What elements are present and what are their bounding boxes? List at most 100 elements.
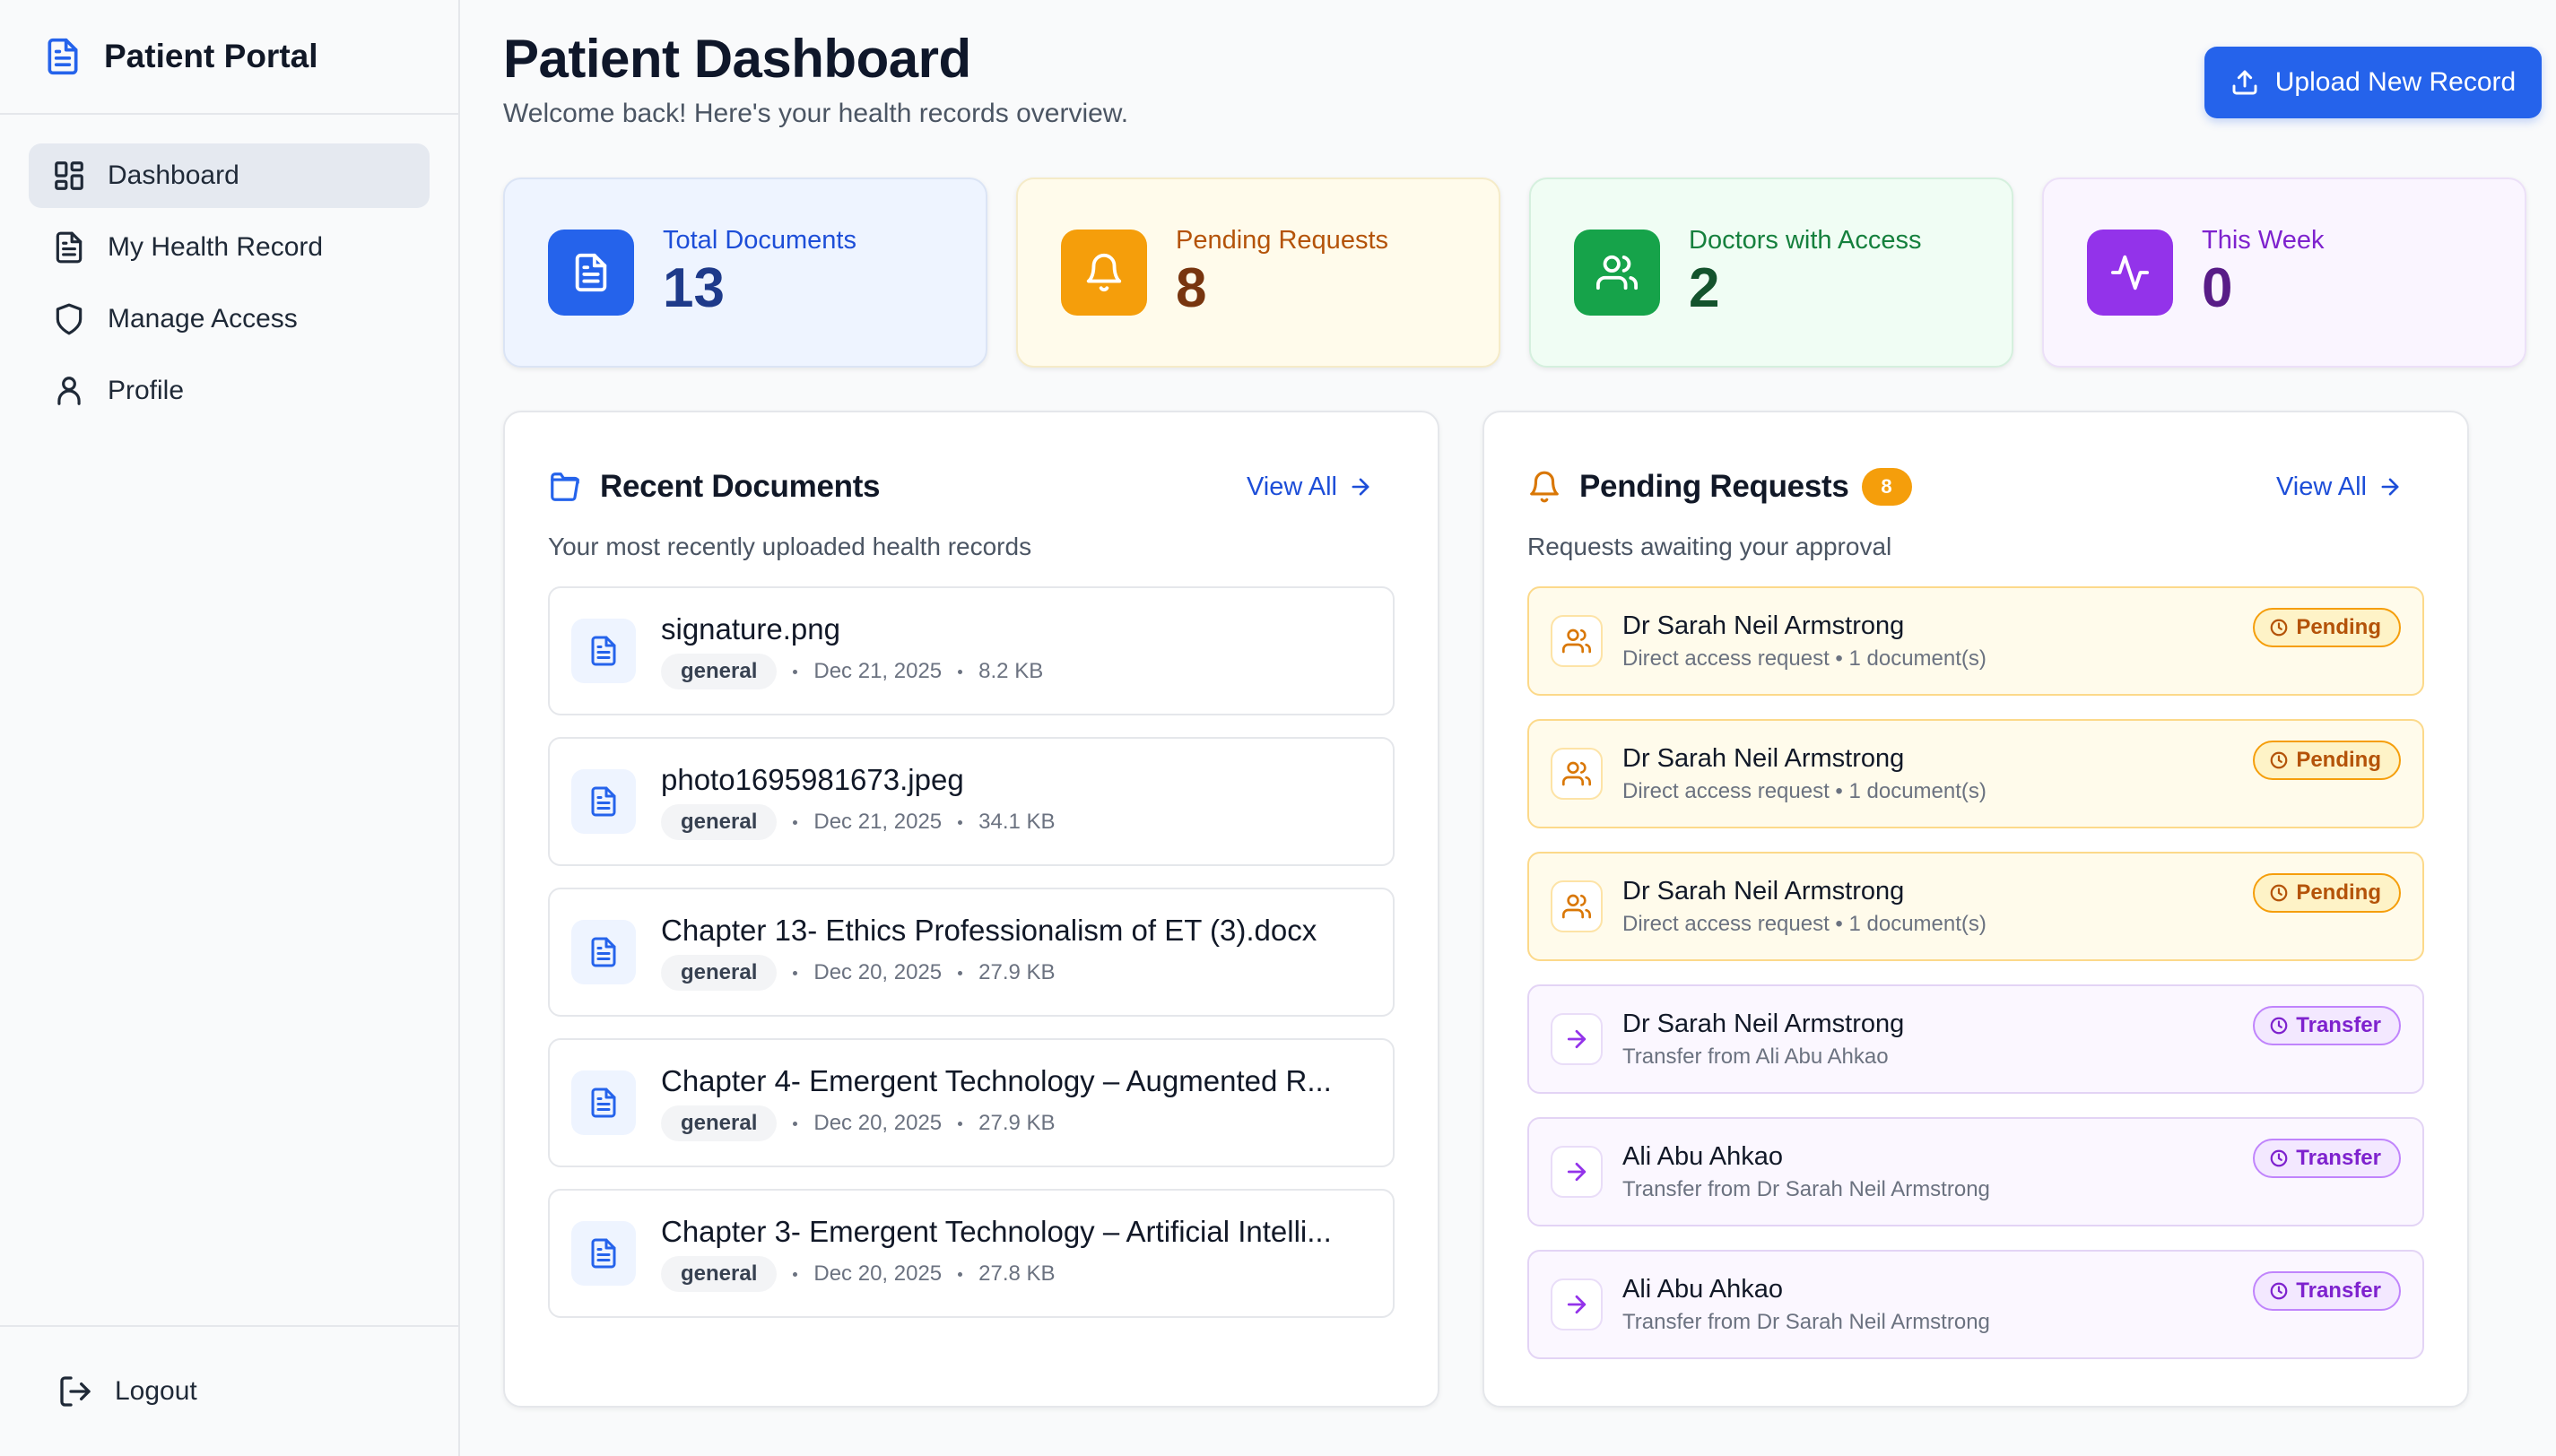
request-row[interactable]: Ali Abu Ahkao Transfer from Dr Sarah Nei… [1527,1117,2424,1226]
request-description: Transfer from Dr Sarah Neil Armstrong [1622,1309,1990,1334]
request-row[interactable]: Dr Sarah Neil Armstrong Direct access re… [1527,586,2424,696]
upload-new-record-button[interactable]: Upload New Record [2204,47,2542,118]
separator-dot [958,1271,963,1277]
activity-icon [2087,230,2173,316]
document-size: 27.8 KB [978,1261,1056,1286]
panel-header: Recent Documents View All [548,455,1395,518]
document-size: 27.9 KB [978,960,1056,984]
status-badge: Pending [2253,873,2401,913]
view-all-requests-link[interactable]: View All [2276,472,2403,502]
users-icon [1551,615,1603,667]
stat-value: 8 [1176,256,1207,319]
document-name: Chapter 13- Ethics Professionalism of ET… [661,914,1317,947]
request-description: Transfer from Ali Abu Ahkao [1622,1044,1889,1069]
category-tag: general [661,804,778,840]
arrow-right-icon [1348,474,1373,499]
arrow-right-icon [1551,1278,1603,1330]
status-badge: Pending [2253,608,2401,647]
separator-dot [958,669,963,674]
status-label: Transfer [2296,1013,2381,1037]
dashboard-icon [52,159,86,193]
requester-name: Ali Abu Ahkao [1622,1141,1783,1171]
bell-icon [1061,230,1147,316]
document-meta: general Dec 21, 2025 34.1 KB [661,804,1056,840]
upload-label: Upload New Record [2274,67,2517,97]
document-icon [548,230,634,316]
sidebar-item-manage-access[interactable]: Manage Access [29,287,430,351]
document-meta: general Dec 20, 2025 27.8 KB [661,1256,1332,1292]
panel-subtitle: Your most recently uploaded health recor… [548,533,1032,560]
document-date: Dec 21, 2025 [813,659,943,683]
requester-name: Dr Sarah Neil Armstrong [1622,743,1905,773]
document-icon [52,230,86,264]
request-description: Direct access request • 1 document(s) [1622,646,1987,671]
brand: Patient Portal [0,0,458,115]
stat-label: Pending Requests [1176,225,1388,255]
sidebar-item-label: Profile [108,376,185,405]
request-row[interactable]: Dr Sarah Neil Armstrong Direct access re… [1527,852,2424,961]
status-badge: Transfer [2253,1006,2401,1045]
shield-icon [52,302,86,336]
separator-dot [958,1121,963,1126]
document-name: signature.png [661,612,840,646]
sidebar-item-label: Manage Access [108,304,298,334]
logout-icon [57,1374,93,1409]
upload-icon [2230,68,2259,97]
document-name: Chapter 4- Emergent Technology – Augment… [661,1064,1332,1097]
document-name: Chapter 3- Emergent Technology – Artific… [661,1215,1332,1248]
separator-dot [793,1121,798,1126]
sidebar: Patient Portal Dashboard My Health Recor… [0,0,460,1456]
clock-icon [2269,1016,2289,1036]
panels-row: Recent Documents View All Your most rece… [503,411,2542,1408]
separator-dot [958,819,963,825]
stat-label: Total Documents [663,225,856,255]
document-size: 27.9 KB [978,1111,1056,1135]
users-icon [1574,230,1660,316]
document-row[interactable]: photo1695981673.jpeg general Dec 21, 202… [548,737,1395,866]
category-tag: general [661,654,778,689]
document-icon [43,35,83,78]
separator-dot [793,669,798,674]
status-label: Transfer [2296,1146,2381,1170]
file-icon [571,1221,636,1286]
document-row[interactable]: signature.png general Dec 21, 2025 8.2 K… [548,586,1395,715]
stats-row: Total Documents 13 Pending Requests 8 Do… [503,178,2542,368]
arrow-right-icon [2378,474,2403,499]
file-icon [571,619,636,683]
request-row[interactable]: Dr Sarah Neil Armstrong Transfer from Al… [1527,984,2424,1094]
panel-title: Recent Documents [600,469,881,504]
status-badge: Transfer [2253,1271,2401,1311]
category-tag: general [661,955,778,991]
request-row[interactable]: Dr Sarah Neil Armstrong Direct access re… [1527,719,2424,828]
clock-icon [2269,1281,2289,1301]
stat-card-total-documents: Total Documents 13 [503,178,987,368]
document-row[interactable]: Chapter 4- Emergent Technology – Augment… [548,1038,1395,1167]
document-date: Dec 20, 2025 [813,960,943,984]
view-all-documents-link[interactable]: View All [1247,472,1373,502]
status-label: Pending [2296,615,2381,639]
document-size: 34.1 KB [978,810,1056,834]
sidebar-item-profile[interactable]: Profile [29,359,430,423]
requester-name: Ali Abu Ahkao [1622,1274,1783,1304]
sidebar-item-my-health-record[interactable]: My Health Record [29,215,430,280]
bell-icon [1527,470,1561,504]
stat-value: 0 [2202,256,2233,319]
logout-button[interactable]: Logout [57,1374,197,1409]
request-row[interactable]: Ali Abu Ahkao Transfer from Dr Sarah Nei… [1527,1250,2424,1359]
document-row[interactable]: Chapter 3- Emergent Technology – Artific… [548,1189,1395,1318]
document-row[interactable]: Chapter 13- Ethics Professionalism of ET… [548,888,1395,1017]
document-name: photo1695981673.jpeg [661,763,964,796]
document-date: Dec 21, 2025 [813,810,943,834]
panel-header: Pending Requests 8 View All [1527,455,2424,518]
clock-icon [2269,618,2289,637]
sidebar-nav: Dashboard My Health Record Manage Access [0,115,458,452]
document-date: Dec 20, 2025 [813,1261,943,1286]
document-date: Dec 20, 2025 [813,1111,943,1135]
sidebar-item-dashboard[interactable]: Dashboard [29,143,430,208]
document-meta: general Dec 20, 2025 27.9 KB [661,955,1317,991]
user-icon [52,374,86,408]
status-label: Pending [2296,748,2381,772]
requester-name: Dr Sarah Neil Armstrong [1622,611,1905,640]
separator-dot [793,970,798,975]
requester-name: Dr Sarah Neil Armstrong [1622,876,1905,906]
